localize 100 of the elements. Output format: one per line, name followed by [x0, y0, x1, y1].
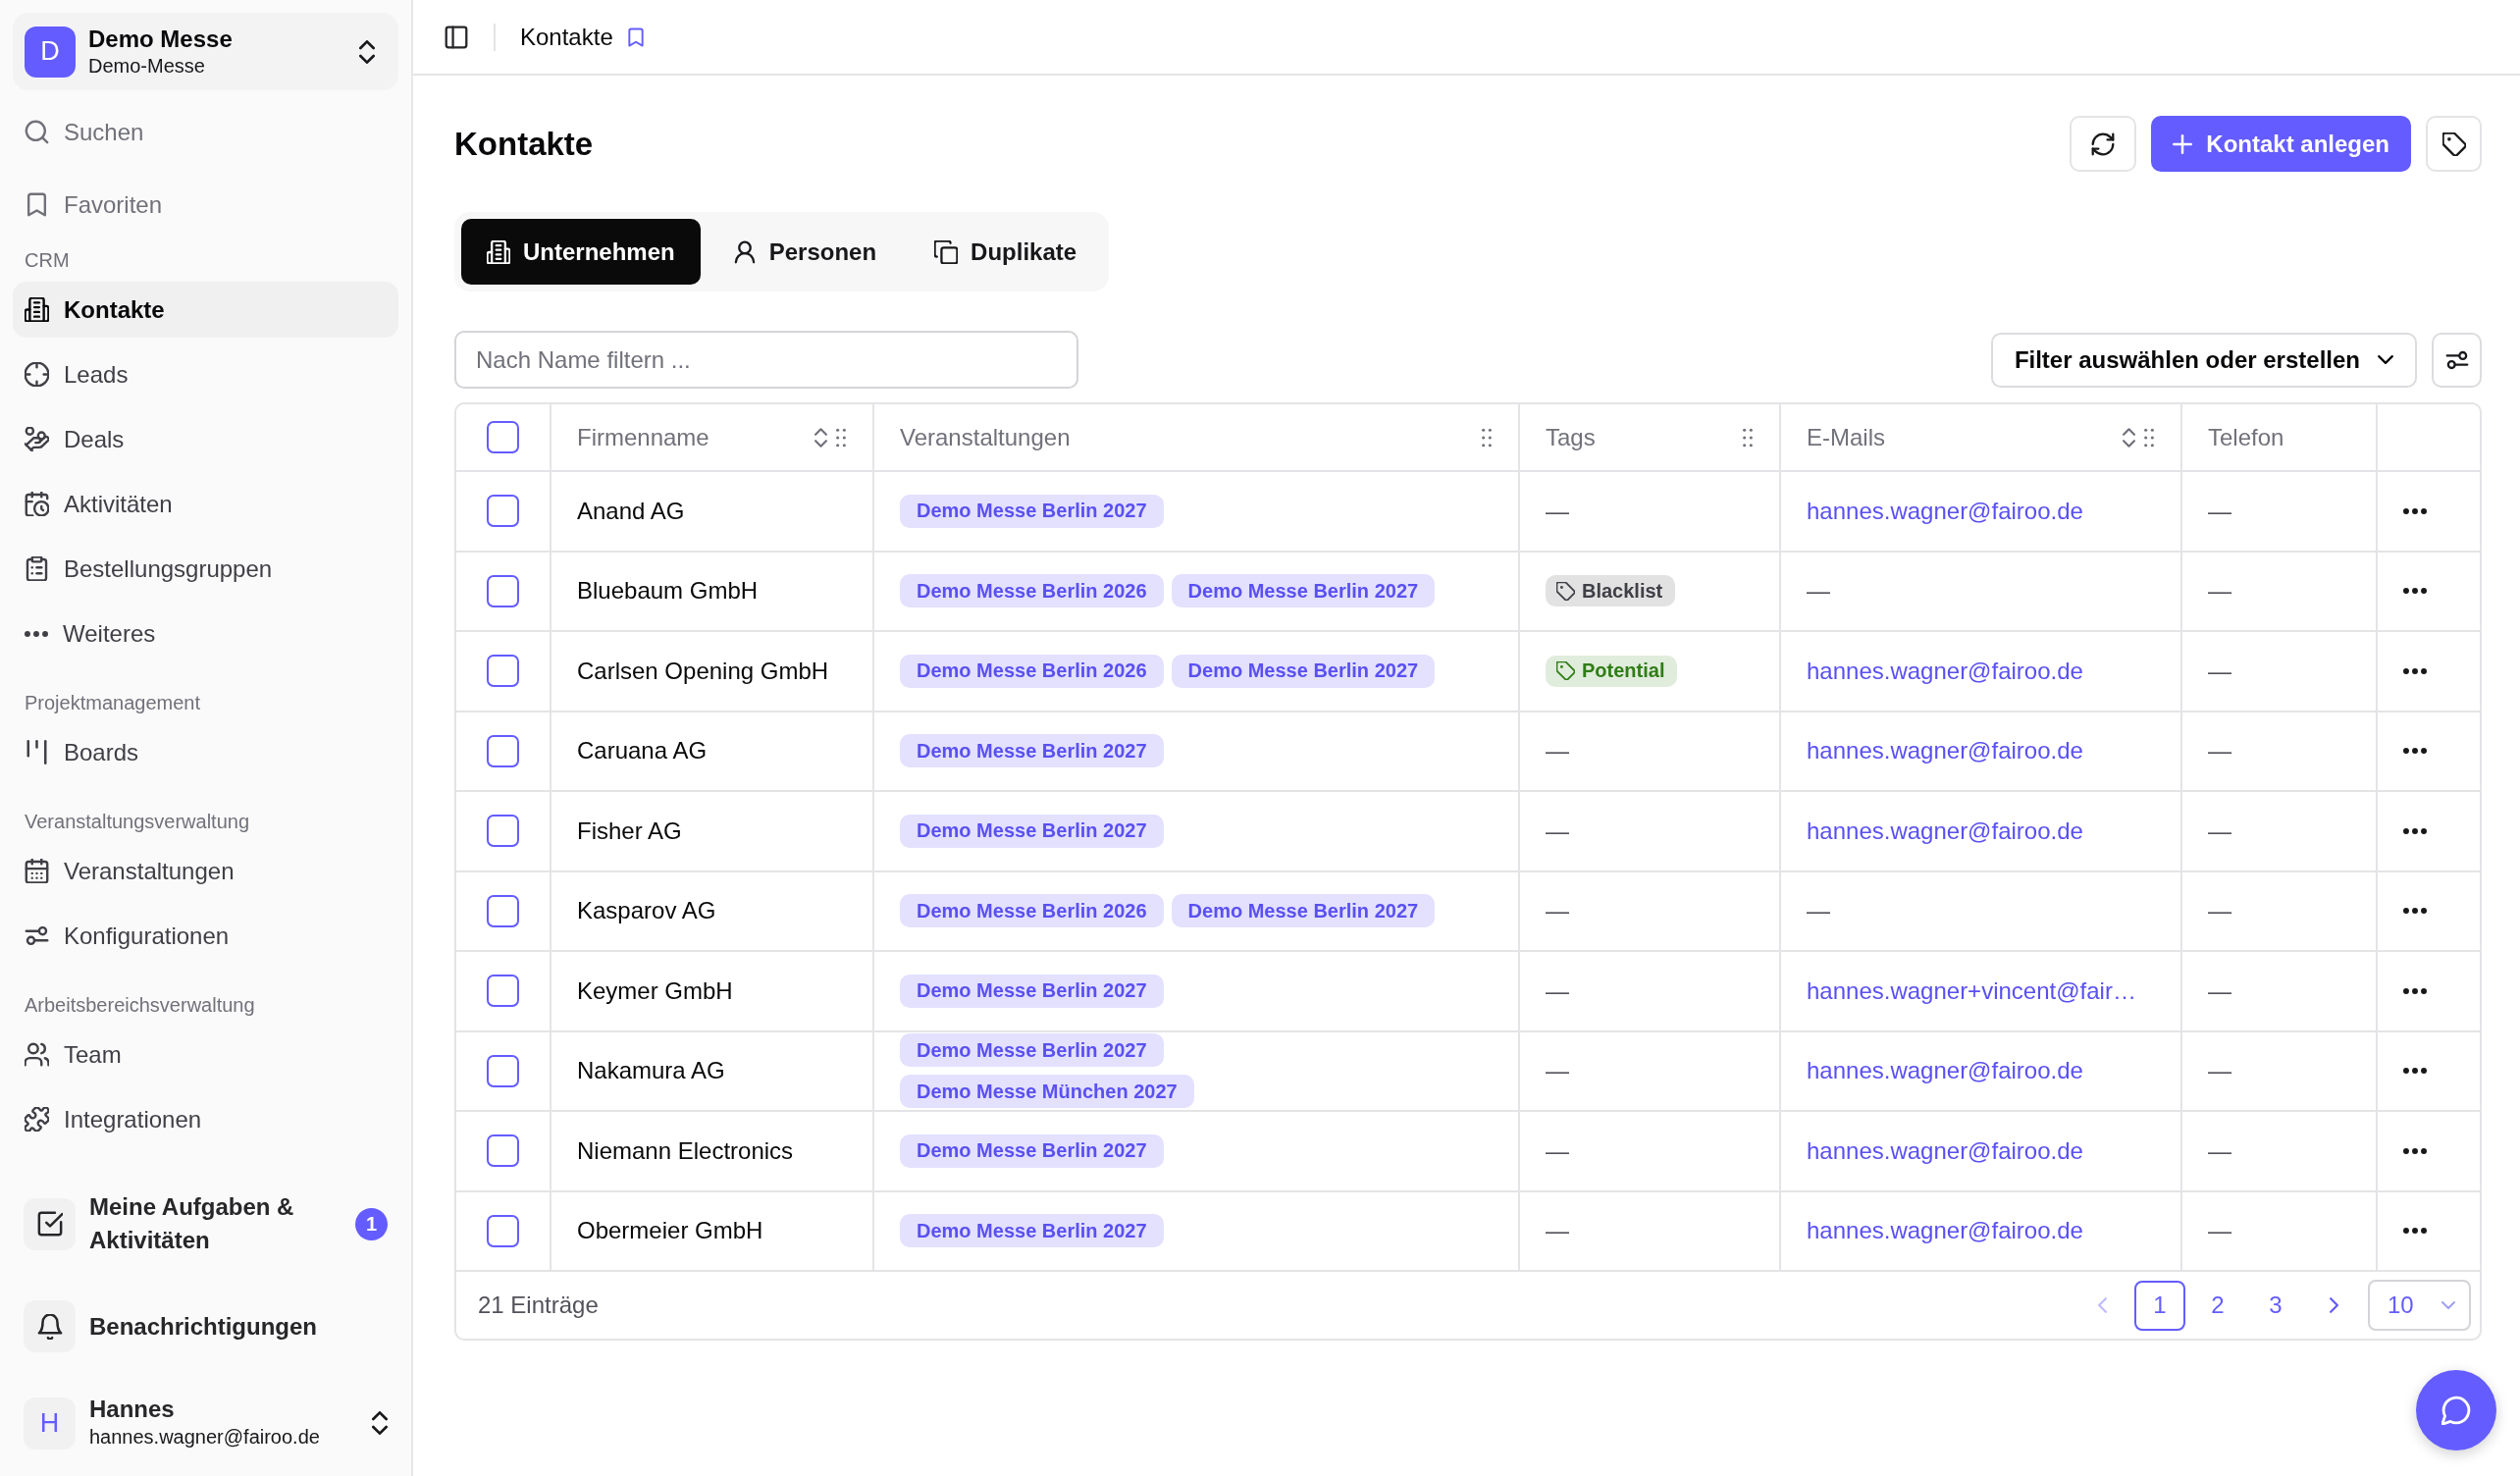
nav-item[interactable]: Integrationen: [13, 1091, 398, 1147]
user-avatar[interactable]: H: [24, 1397, 76, 1450]
empty-dash: —: [1546, 1217, 1569, 1245]
email-link[interactable]: hannes.wagner@fairoo.de: [1807, 657, 2083, 685]
page-button[interactable]: 2: [2192, 1280, 2243, 1331]
nav-item[interactable]: Favoriten: [13, 177, 398, 233]
tag-icon: [2441, 132, 2466, 156]
square-check-icon: [24, 1197, 76, 1250]
column-header: Veranstaltungen: [900, 423, 1072, 451]
email-link[interactable]: hannes.wagner+vincent@fair…: [1807, 976, 2136, 1005]
checkbox[interactable]: [487, 815, 519, 848]
nav-item[interactable]: Veranstaltungen: [13, 843, 398, 899]
name-filter-input[interactable]: Nach Name filtern ...: [454, 331, 1078, 389]
more-icon[interactable]: [2403, 987, 2427, 994]
columns-icon: [25, 740, 49, 764]
chevrons-up-down-icon[interactable]: [372, 1411, 388, 1435]
tasks-link[interactable]: Meine Aufgaben & Aktivitäten 1: [24, 1190, 388, 1257]
tab[interactable]: Duplikate: [909, 219, 1103, 285]
empty-dash: —: [2208, 1217, 2231, 1245]
page-button[interactable]: 3: [2250, 1280, 2301, 1331]
checkbox[interactable]: [487, 1214, 519, 1247]
page-button[interactable]: 1: [2134, 1280, 2185, 1331]
refresh-button[interactable]: [2070, 116, 2137, 172]
nav-item[interactable]: Leads: [13, 346, 398, 402]
nav-item[interactable]: Boards: [13, 724, 398, 780]
checkbox[interactable]: [487, 894, 519, 927]
workspace-switcher[interactable]: D Demo Messe Demo-Messe: [13, 13, 398, 90]
more-icon[interactable]: [2403, 748, 2427, 755]
company-name: Obermeier GmbH: [577, 1217, 763, 1245]
nav-item[interactable]: Suchen: [13, 104, 398, 160]
empty-dash: —: [1807, 897, 1830, 925]
column-header: Telefon: [2208, 423, 2285, 451]
chevron-right-icon: [2329, 1297, 2338, 1313]
drag-handle-icon[interactable]: [835, 427, 847, 448]
users-icon: [25, 1042, 49, 1067]
tags-button[interactable]: [2426, 116, 2482, 172]
checkbox[interactable]: [487, 574, 519, 607]
more-icon[interactable]: [2403, 1147, 2427, 1154]
checkbox[interactable]: [487, 421, 519, 453]
empty-dash: —: [1546, 976, 1569, 1005]
drag-handle-icon[interactable]: [1742, 427, 1754, 448]
email-link[interactable]: hannes.wagner@fairoo.de: [1807, 1136, 2083, 1165]
chat-icon: [2441, 1396, 2471, 1425]
nav-item[interactable]: Team: [13, 1027, 398, 1082]
refresh-icon: [2091, 132, 2116, 156]
event-tag: Demo Messe Berlin 2027: [1171, 654, 1436, 688]
checkbox[interactable]: [487, 1134, 519, 1168]
checkbox[interactable]: [487, 655, 519, 688]
nav-section-label: CRM: [24, 248, 71, 272]
workspace-avatar: D: [25, 26, 76, 78]
tab[interactable]: Personen: [707, 219, 903, 285]
more-icon[interactable]: [2403, 1228, 2427, 1235]
user-email: hannes.wagner@fairoo.de: [89, 1425, 321, 1450]
checkbox[interactable]: [487, 975, 519, 1008]
company-name: Fisher AG: [577, 817, 682, 845]
bookmark-icon[interactable]: [625, 25, 646, 49]
email-link[interactable]: hannes.wagner@fairoo.de: [1807, 497, 2083, 525]
filter-settings-button[interactable]: [2432, 332, 2482, 388]
email-link[interactable]: hannes.wagner@fairoo.de: [1807, 1057, 2083, 1085]
empty-dash: —: [2208, 976, 2231, 1005]
nav-item[interactable]: Weiteres: [13, 606, 398, 661]
event-tag: Demo Messe Berlin 2027: [900, 1133, 1164, 1168]
chat-button[interactable]: [2416, 1370, 2496, 1450]
filter-select[interactable]: Filter auswählen oder erstellen: [1990, 332, 2417, 388]
event-tag: Demo Messe Berlin 2027: [900, 814, 1164, 848]
checkbox[interactable]: [487, 495, 519, 528]
ellipsis-icon: [25, 630, 48, 637]
email-link[interactable]: hannes.wagner@fairoo.de: [1807, 817, 2083, 845]
email-link[interactable]: hannes.wagner@fairoo.de: [1807, 737, 2083, 765]
checkbox[interactable]: [487, 734, 519, 767]
empty-dash: —: [2208, 817, 2231, 845]
chevron-down-icon: [2378, 355, 2393, 364]
hand-icon: [25, 427, 49, 451]
event-tag: Demo Messe Berlin 2027: [1171, 574, 1436, 608]
nav-item[interactable]: Deals: [13, 411, 398, 467]
column-header: Tags: [1546, 423, 1597, 451]
more-icon[interactable]: [2403, 827, 2427, 834]
nav-item[interactable]: Bestellungsgruppen: [13, 541, 398, 597]
page-size-select[interactable]: 10: [2368, 1280, 2471, 1331]
nav-item[interactable]: Konfigurationen: [13, 908, 398, 964]
drag-handle-icon[interactable]: [2143, 427, 2155, 448]
email-link[interactable]: hannes.wagner@fairoo.de: [1807, 1217, 2083, 1245]
checkbox[interactable]: [487, 1054, 519, 1087]
more-icon[interactable]: [2403, 507, 2427, 514]
more-icon[interactable]: [2403, 588, 2427, 595]
more-icon[interactable]: [2403, 667, 2427, 674]
nav-item[interactable]: Kontakte: [13, 282, 398, 338]
sort-icon[interactable]: [2123, 427, 2135, 448]
tab[interactable]: Unternehmen: [461, 219, 701, 285]
copy-icon: [934, 239, 959, 264]
drag-handle-icon[interactable]: [1481, 427, 1493, 448]
sort-icon[interactable]: [814, 427, 827, 448]
workspace-subtitle: Demo-Messe: [88, 53, 206, 79]
more-icon[interactable]: [2403, 1068, 2427, 1075]
more-icon[interactable]: [2403, 908, 2427, 915]
sidebar-toggle-icon[interactable]: [445, 25, 468, 49]
empty-dash: —: [1546, 1057, 1569, 1085]
nav-item[interactable]: Aktivitäten: [13, 476, 398, 532]
create-contact-button[interactable]: Kontakt anlegen: [2151, 116, 2411, 172]
notifications-link[interactable]: Benachrichtigungen: [24, 1300, 388, 1352]
